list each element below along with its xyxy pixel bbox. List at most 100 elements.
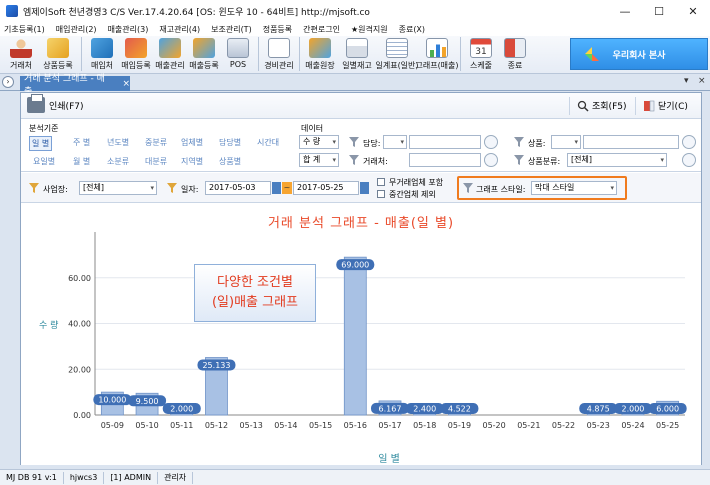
x-tick-label: 05-12 bbox=[205, 421, 228, 430]
toolbar-product-button[interactable]: 상품등록 bbox=[38, 36, 78, 72]
date-to-input[interactable]: 2017-05-25 bbox=[293, 181, 359, 195]
product-search-icon[interactable] bbox=[682, 135, 696, 149]
toolbar-exit-label: 종료 bbox=[507, 61, 523, 70]
toolbar-supplier-button[interactable]: 매입처 bbox=[85, 36, 119, 72]
category-search-icon[interactable] bbox=[682, 153, 696, 167]
company-label: 우리회사 본사 bbox=[612, 50, 666, 61]
criteria-weekday[interactable]: 요일별 bbox=[33, 156, 55, 167]
company-button[interactable]: 우리회사 본사 bbox=[570, 38, 708, 70]
menu-exit[interactable]: 종료(X) bbox=[399, 24, 425, 35]
toolbar-purchase-button[interactable]: 매입등록 bbox=[119, 36, 153, 72]
product-icon bbox=[47, 38, 69, 58]
criteria-weekly[interactable]: 주 별 bbox=[73, 137, 90, 148]
toolbar-daily-report-button[interactable]: 일계표(일반) bbox=[375, 36, 419, 72]
criteria-by-region[interactable]: 지역별 bbox=[181, 156, 203, 167]
menu-quick-login[interactable]: 간편로그인 bbox=[303, 24, 340, 35]
toolbar-calendar-button[interactable]: 31 스케줄 bbox=[464, 36, 498, 72]
site-select[interactable]: [전체] ▾ bbox=[79, 181, 157, 195]
toolbar-ledger-label: 매출원장 bbox=[305, 61, 335, 70]
maximize-button[interactable]: ☐ bbox=[642, 0, 676, 22]
criteria-by-product[interactable]: 상품별 bbox=[219, 156, 241, 167]
include-inactive-checkbox[interactable] bbox=[377, 178, 385, 186]
x-tick-label: 05-13 bbox=[240, 421, 263, 430]
menu-remote-support[interactable]: ★원격지원 bbox=[351, 24, 388, 35]
exclude-intermediate-checkbox[interactable] bbox=[377, 190, 385, 198]
toolbar-sales-manage-button[interactable]: 매출관리 bbox=[153, 36, 187, 72]
criteria-time-slot[interactable]: 시간대 bbox=[257, 137, 279, 148]
value-label: 10.000 bbox=[98, 396, 126, 405]
aggregate-select[interactable]: 합 계 ▾ bbox=[299, 153, 339, 167]
filter-row-secondary: 사업장: [전체] ▾ 일자: 2017-05-03 ~ 2017-05-25 무… bbox=[21, 173, 701, 203]
value-label: 9.500 bbox=[136, 397, 159, 406]
date-from-picker-icon[interactable] bbox=[272, 182, 281, 194]
value-label: 4.875 bbox=[587, 405, 610, 414]
criteria-by-company[interactable]: 업체별 bbox=[181, 137, 203, 148]
client-search-icon[interactable] bbox=[484, 153, 498, 167]
print-button[interactable]: 인쇄(F7) bbox=[27, 94, 84, 113]
toolbar-ledger-button[interactable]: 매출원장 bbox=[303, 36, 337, 72]
date-to-picker-icon[interactable] bbox=[360, 182, 369, 194]
toolbar-client-button[interactable]: 거래처 bbox=[4, 36, 38, 72]
criteria-daily[interactable]: 일 별 bbox=[29, 136, 53, 151]
x-tick-label: 05-10 bbox=[135, 421, 158, 430]
data-type-select[interactable]: 수 량 ▾ bbox=[299, 135, 339, 149]
toolbar-separator bbox=[81, 37, 82, 71]
criteria-monthly[interactable]: 월 별 bbox=[73, 156, 90, 167]
product-mode-select[interactable]: ▾ bbox=[551, 135, 581, 149]
chevron-down-icon: ▾ bbox=[610, 184, 614, 192]
chart-area: 거래 분석 그래프 - 매출(일 별) 0.00 20.00 40.00 60.00 1… bbox=[21, 204, 701, 465]
date-from-input[interactable]: 2017-05-03 bbox=[205, 181, 271, 195]
menu-auxiliary[interactable]: 보조관리(T) bbox=[211, 24, 252, 35]
toolbar-daily-report-label: 일계표(일반) bbox=[375, 61, 419, 70]
search-button[interactable]: 조회(F5) bbox=[577, 99, 627, 112]
client-input[interactable] bbox=[409, 153, 481, 167]
purchase-icon bbox=[125, 38, 147, 58]
criteria-mid-category[interactable]: 중분류 bbox=[145, 137, 167, 148]
toolbar-expense-button[interactable]: 경비관리 bbox=[262, 36, 296, 72]
manager-search-icon[interactable] bbox=[484, 135, 498, 149]
menu-sales[interactable]: 매출관리(3) bbox=[108, 24, 149, 35]
toolbar-graph-button[interactable]: 그래프(매출) bbox=[415, 36, 459, 72]
toolbar-product-label: 상품등록 bbox=[43, 61, 73, 70]
close-button[interactable]: ✕ bbox=[676, 0, 710, 22]
tab-sales-analysis-graph[interactable]: 거래 분석 그래프 - 매출 × bbox=[20, 74, 130, 97]
criteria-sub-category[interactable]: 소분류 bbox=[107, 156, 129, 167]
status-role: 관리자 bbox=[158, 471, 194, 484]
filter-icon bbox=[463, 183, 473, 193]
window-controls: — ☐ ✕ bbox=[608, 0, 710, 22]
manager-input[interactable] bbox=[409, 135, 481, 149]
toolbar-daily-stock-button[interactable]: 일별재고 bbox=[337, 36, 377, 72]
menu-license[interactable]: 정품등록 bbox=[263, 24, 292, 35]
menu-purchase[interactable]: 매입관리(2) bbox=[56, 24, 97, 35]
site-value: [전체] bbox=[83, 183, 104, 192]
menu-inventory[interactable]: 재고관리(4) bbox=[159, 24, 200, 35]
toolbar-client-label: 거래처 bbox=[9, 61, 33, 70]
status-host: hjwcs3 bbox=[64, 471, 105, 484]
status-db: MJ DB 91 v:1 bbox=[0, 471, 64, 484]
x-axis-title: 일 별 bbox=[378, 453, 400, 465]
expense-icon bbox=[268, 38, 290, 58]
toolbar-sales-entry-button[interactable]: 매출등록 bbox=[187, 36, 221, 72]
close-document-icon[interactable]: × bbox=[698, 76, 706, 86]
calendar-icon: 31 bbox=[470, 38, 492, 58]
app-window: 엠제이Soft 천년경영3 C/S Ver.17.4.20.64 [OS: 윈도… bbox=[0, 0, 710, 485]
printer-icon bbox=[27, 94, 45, 113]
toolbar-exit-button[interactable]: 종료 bbox=[498, 36, 532, 72]
x-tick-label: 05-14 bbox=[274, 421, 297, 430]
category-select[interactable]: [전체] ▾ bbox=[567, 153, 667, 167]
criteria-main-category[interactable]: 대분류 bbox=[145, 156, 167, 167]
toolbar-pos-button[interactable]: POS bbox=[221, 36, 255, 72]
chevron-down-icon: ▾ bbox=[574, 138, 578, 146]
minimize-button[interactable]: — bbox=[608, 0, 642, 22]
side-panel-toggle-icon[interactable]: › bbox=[2, 76, 14, 88]
x-tick-label: 05-21 bbox=[517, 421, 540, 430]
product-input[interactable] bbox=[583, 135, 679, 149]
menu-basic-registration[interactable]: 기초등록(1) bbox=[4, 24, 45, 35]
close-document-button[interactable]: 닫기(C) bbox=[643, 99, 688, 112]
tab-close-icon[interactable]: × bbox=[122, 79, 130, 89]
criteria-yearly[interactable]: 년도별 bbox=[107, 137, 129, 148]
graph-style-select[interactable]: 막대 스타일 ▾ bbox=[531, 181, 617, 195]
tab-list-icon[interactable]: ▾ bbox=[684, 76, 689, 86]
criteria-by-manager[interactable]: 담당별 bbox=[219, 137, 241, 148]
manager-mode-select[interactable]: ▾ bbox=[383, 135, 407, 149]
